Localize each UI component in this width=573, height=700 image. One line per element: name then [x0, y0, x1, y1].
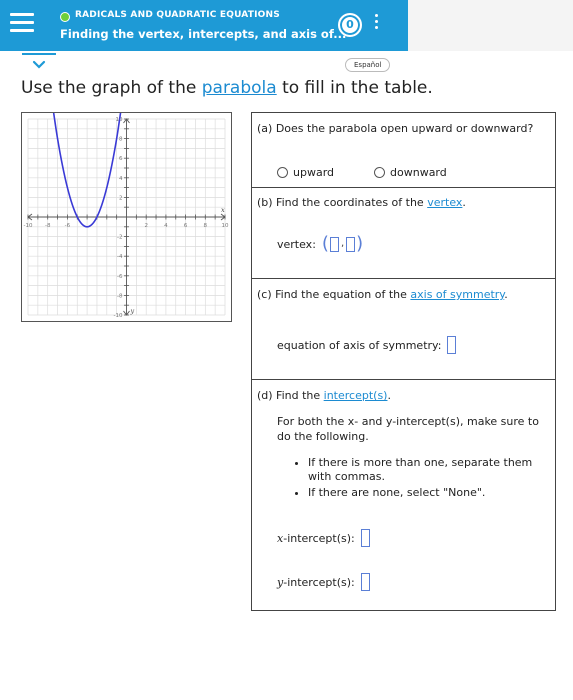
parabola-graph: -10 -8 -6 2 4 6 8 10 10 8 6 4 2 -2 -4 -6 -8 -10 x y	[21, 112, 232, 322]
close-paren: )	[356, 233, 364, 254]
upward-label[interactable]: upward	[293, 166, 334, 179]
y-axis-label: y	[130, 307, 135, 315]
axis-row: equation of axis of symmetry:	[277, 336, 457, 354]
part-b-prefix: (b) Find the coordinates of the	[257, 196, 428, 209]
part-d-prefix: (d) Find the	[257, 389, 324, 402]
y-intercept-row: y -intercept(s):	[277, 573, 370, 591]
instruction-text: Use the graph of the parabola to fill in…	[21, 78, 433, 98]
y-tick-label: -4	[117, 254, 123, 260]
y-tick-label: -8	[117, 293, 123, 299]
direction-options: upward downward	[277, 166, 447, 179]
part-a-cell: (a) Does the parabola open upward or dow…	[252, 113, 555, 188]
x-axis-label: x	[221, 206, 225, 214]
axis-of-symmetry-link[interactable]: axis of symmetry	[410, 288, 504, 301]
part-c-prefix: (c) Find the equation of the	[257, 288, 411, 301]
bullet-item: If there are none, select "None".	[308, 486, 556, 500]
x-tick-label: -10	[24, 223, 33, 229]
menu-icon[interactable]	[10, 13, 34, 33]
x-tick-label: -8	[45, 223, 51, 229]
part-b-question: (b) Find the coordinates of the vertex.	[257, 196, 466, 209]
y-tick-label: 8	[119, 137, 123, 143]
instruction-bullets: If there is more than one, separate them…	[296, 456, 556, 502]
intercepts-link[interactable]: intercept(s)	[324, 389, 388, 402]
vertex-y-input[interactable]	[346, 236, 356, 252]
question-table: (a) Does the parabola open upward or dow…	[251, 112, 556, 611]
upward-radio[interactable]	[277, 167, 288, 178]
part-c-suffix: .	[504, 288, 508, 301]
instruction-prefix: Use the graph of the	[21, 78, 202, 98]
parabola-link[interactable]: parabola	[202, 78, 277, 98]
language-button[interactable]: Español	[345, 58, 391, 72]
vertex-link[interactable]: vertex	[427, 196, 462, 209]
vertex-input-group: ( , )	[322, 235, 363, 253]
instruction-suffix: to fill in the table.	[276, 78, 433, 98]
y-tick-label: 2	[119, 195, 123, 201]
part-b-cell: (b) Find the coordinates of the vertex. …	[252, 188, 555, 279]
y-tick-label: -6	[117, 274, 123, 280]
graph-canvas: -10 -8 -6 2 4 6 8 10108642-2-4-6-8-10xy	[24, 113, 229, 319]
x-tick-label: 10	[222, 223, 229, 229]
vertex-label: vertex:	[277, 237, 316, 251]
x-tick-label: 6	[184, 223, 188, 229]
vertex-row: vertex: ( , )	[277, 235, 363, 253]
x-tick-label: -6	[65, 223, 71, 229]
y-tick-label: -10	[114, 313, 123, 319]
y-tick-label: -2	[117, 235, 122, 241]
part-b-suffix: .	[462, 196, 466, 209]
y-intercept-input[interactable]	[360, 573, 370, 591]
intercept-instructions: For both the x- and y-intercept(s), make…	[277, 415, 539, 443]
collapse-button[interactable]	[22, 53, 56, 75]
more-options-icon[interactable]	[374, 14, 380, 36]
vertex-x-input[interactable]	[329, 236, 339, 252]
x-intercept-input[interactable]	[360, 529, 370, 547]
vertex-comma: ,	[340, 238, 345, 249]
chevron-down-icon	[32, 60, 46, 69]
downward-label[interactable]: downward	[390, 166, 447, 179]
x-tick-label: 2	[144, 223, 148, 229]
y-tick-label: 4	[119, 176, 123, 182]
part-d-suffix: .	[387, 389, 391, 402]
open-paren: (	[321, 233, 329, 254]
bullet-item: If there is more than one, separate them…	[308, 456, 556, 484]
lesson-title: Finding the vertex, intercepts, and axis…	[60, 27, 347, 41]
x-tick-label: 8	[204, 223, 208, 229]
axis-of-symmetry-input[interactable]	[447, 336, 457, 354]
x-intercept-label: -intercept(s):	[283, 531, 355, 545]
y-intercept-label: -intercept(s):	[283, 575, 355, 589]
axis-label: equation of axis of symmetry:	[277, 338, 442, 352]
topic-status-dot-icon	[60, 12, 70, 22]
x-tick-label: 4	[164, 223, 168, 229]
part-d-question: (d) Find the intercept(s).	[257, 389, 391, 402]
y-tick-label: 6	[119, 156, 123, 162]
top-bar: RADICALS AND QUADRATIC EQUATIONS Finding…	[0, 0, 408, 51]
downward-radio[interactable]	[374, 167, 386, 178]
part-c-question: (c) Find the equation of the axis of sym…	[257, 288, 508, 301]
part-d-cell: (d) Find the intercept(s). For both the …	[252, 380, 555, 610]
part-c-cell: (c) Find the equation of the axis of sym…	[252, 279, 555, 380]
part-a-question: (a) Does the parabola open upward or dow…	[257, 122, 534, 135]
topic-title: RADICALS AND QUADRATIC EQUATIONS	[75, 10, 280, 20]
header-side-strip	[408, 0, 573, 51]
progress-counter[interactable]: 0	[338, 13, 362, 37]
x-intercept-row: x -intercept(s):	[277, 529, 370, 547]
